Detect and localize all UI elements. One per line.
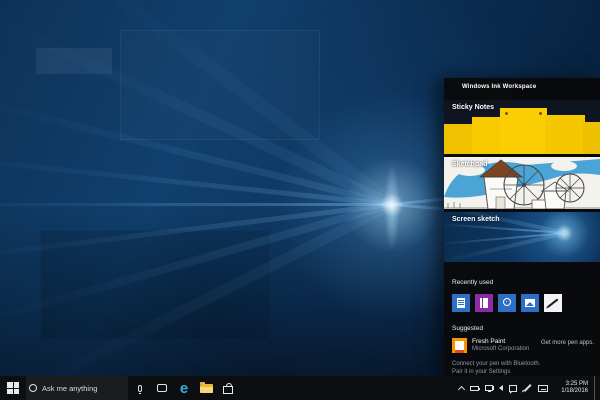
- pen-glyph: [548, 299, 559, 308]
- windows-ink-workspace-panel: Windows Ink Workspace Sticky Notes: [444, 78, 600, 376]
- show-hidden-icons-button[interactable]: [459, 385, 464, 392]
- microphone-icon: [138, 385, 142, 392]
- cortana-icon: [29, 384, 37, 392]
- sticky-note: [444, 124, 474, 154]
- battery-icon: [470, 386, 479, 391]
- get-more-pen-apps-link[interactable]: Get more pen apps.: [541, 340, 594, 346]
- screen-sketch-tile[interactable]: Screen sketch: [444, 212, 600, 262]
- onenote-app-icon[interactable]: [475, 294, 493, 312]
- start-button[interactable]: [0, 376, 26, 400]
- suggested-app-name: Fresh Paint: [472, 338, 541, 346]
- recently-used-heading: Recently used: [452, 279, 493, 286]
- document-glyph: [457, 298, 465, 308]
- screen-sketch-label: Screen sketch: [452, 216, 499, 223]
- light-beam: [444, 231, 566, 262]
- photo-glyph: [525, 299, 535, 307]
- search-placeholder-text: Ask me anything: [42, 384, 97, 393]
- sticky-note: [545, 115, 585, 154]
- edge-browser-button[interactable]: e: [174, 376, 194, 400]
- sketchpad-tile[interactable]: Sketchpad: [444, 157, 600, 209]
- taskbar: Ask me anything e 3:25 PM 1/18/2016: [0, 376, 600, 400]
- sketchpad-label: Sketchpad: [452, 161, 487, 168]
- task-view-icon: [157, 384, 167, 392]
- folder-icon: [200, 384, 213, 393]
- sticky-notes-label: Sticky Notes: [452, 104, 494, 111]
- sticky-note: [583, 122, 600, 154]
- fresh-paint-icon[interactable]: [452, 338, 467, 353]
- panel-title: Windows Ink Workspace: [462, 84, 536, 90]
- ring-glyph: [503, 298, 511, 306]
- note-pin: [539, 112, 542, 115]
- cortana-search-box[interactable]: Ask me anything: [26, 376, 128, 400]
- action-center-icon: [509, 385, 517, 392]
- hint-line-1: Connect your pen with Bluetooth.: [452, 361, 540, 369]
- suggested-app-info[interactable]: Fresh Paint Microsoft Corporation: [472, 338, 541, 353]
- microphone-button[interactable]: [130, 376, 150, 400]
- hint-line-2: Pair it in your Settings: [452, 369, 540, 377]
- show-desktop-button[interactable]: [594, 376, 597, 400]
- battery-status[interactable]: [470, 386, 479, 391]
- task-view-button[interactable]: [152, 376, 172, 400]
- pen-pairing-hint: Connect your pen with Bluetooth. Pair it…: [452, 361, 540, 376]
- notebook-glyph: [480, 298, 488, 308]
- store-button[interactable]: [218, 376, 238, 400]
- keyboard-icon: [538, 385, 548, 392]
- note-pin: [505, 112, 508, 115]
- clock-time: 3:25 PM: [554, 381, 588, 388]
- clock[interactable]: 3:25 PM 1/18/2016: [554, 381, 588, 395]
- ink-workspace-button[interactable]: [523, 387, 532, 389]
- suggested-app-row: Fresh Paint Microsoft Corporation Get mo…: [452, 338, 594, 353]
- windows-10-desktop: Windows Ink Workspace Sticky Notes: [0, 0, 600, 400]
- clock-date: 1/18/2016: [554, 388, 588, 395]
- recently-used-apps: [452, 294, 562, 312]
- suggested-app-publisher: Microsoft Corporation: [472, 346, 541, 353]
- suggested-heading: Suggested: [452, 325, 483, 332]
- cortana-app-icon[interactable]: [498, 294, 516, 312]
- store-bag-icon: [223, 386, 233, 394]
- sticky-notes-tile[interactable]: Sticky Notes: [444, 100, 600, 154]
- photos-app-icon[interactable]: [521, 294, 539, 312]
- edge-icon: e: [180, 381, 188, 396]
- mail-app-icon[interactable]: [452, 294, 470, 312]
- volume-control[interactable]: [499, 385, 503, 391]
- action-center-button[interactable]: [509, 385, 517, 392]
- sketch-pen-app-icon[interactable]: [544, 294, 562, 312]
- windows-logo-icon: [7, 382, 19, 394]
- pen-icon: [524, 384, 531, 391]
- touch-keyboard-button[interactable]: [538, 385, 548, 392]
- file-explorer-button[interactable]: [196, 376, 216, 400]
- chevron-up-icon: [458, 385, 465, 392]
- sticky-note: [500, 108, 547, 154]
- system-tray: 3:25 PM 1/18/2016: [459, 376, 597, 400]
- speaker-icon: [499, 385, 503, 391]
